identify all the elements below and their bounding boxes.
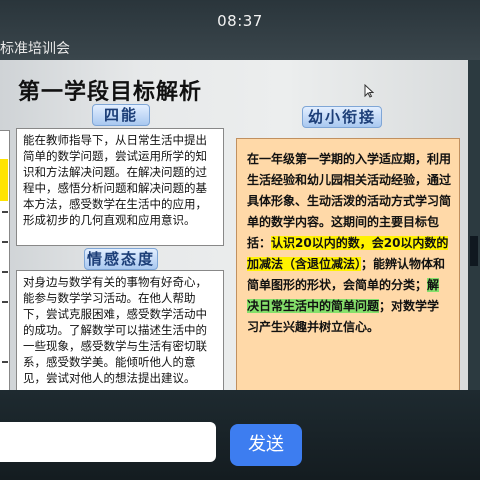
cropped-text-mark bbox=[2, 211, 8, 213]
four-abilities-text: 能在教师指导下，从日常生活中提出简单的数学问题，尝试运用所学的知识和方法解决问题… bbox=[16, 128, 224, 246]
screen-right-edge bbox=[468, 60, 480, 390]
screen-top-frame: 08:37 标准培训会 bbox=[0, 0, 480, 60]
slide-title: 第一学段目标解析 bbox=[18, 80, 203, 105]
chat-input-bar: 发送 bbox=[0, 390, 480, 480]
chat-input[interactable] bbox=[0, 422, 216, 462]
heading-four-abilities: 四能 bbox=[92, 104, 150, 126]
cropped-text-mark bbox=[2, 241, 8, 243]
status-time: 08:37 bbox=[217, 12, 263, 30]
edge-square bbox=[470, 236, 478, 266]
presentation-slide: 第一学段目标解析 四能 能在教师指导下，从日常生活中提出简单的数学问题，尝试运用… bbox=[0, 60, 476, 390]
transition-text-box: 在一年级第一学期的入学适应期，利用生活经验和幼儿园相关活动经验，通过具体形象、生… bbox=[236, 138, 460, 390]
cropped-text-mark bbox=[2, 361, 8, 363]
cropped-left-panel bbox=[0, 130, 10, 390]
cropped-text-mark bbox=[2, 271, 8, 273]
cropped-highlight bbox=[0, 159, 8, 201]
meeting-title: 标准培训会 bbox=[0, 41, 70, 57]
heading-transition: 幼小衔接 bbox=[302, 106, 382, 128]
emotion-text: 对身边与数学有关的事物有好奇心，能参与数学学习活动。在他人帮助下，尝试克服困难，… bbox=[16, 270, 224, 390]
cropped-text-mark bbox=[2, 301, 8, 303]
mouse-pointer-icon bbox=[364, 83, 375, 98]
send-button[interactable]: 发送 bbox=[230, 424, 302, 466]
heading-emotion: 情感态度 bbox=[84, 248, 158, 270]
